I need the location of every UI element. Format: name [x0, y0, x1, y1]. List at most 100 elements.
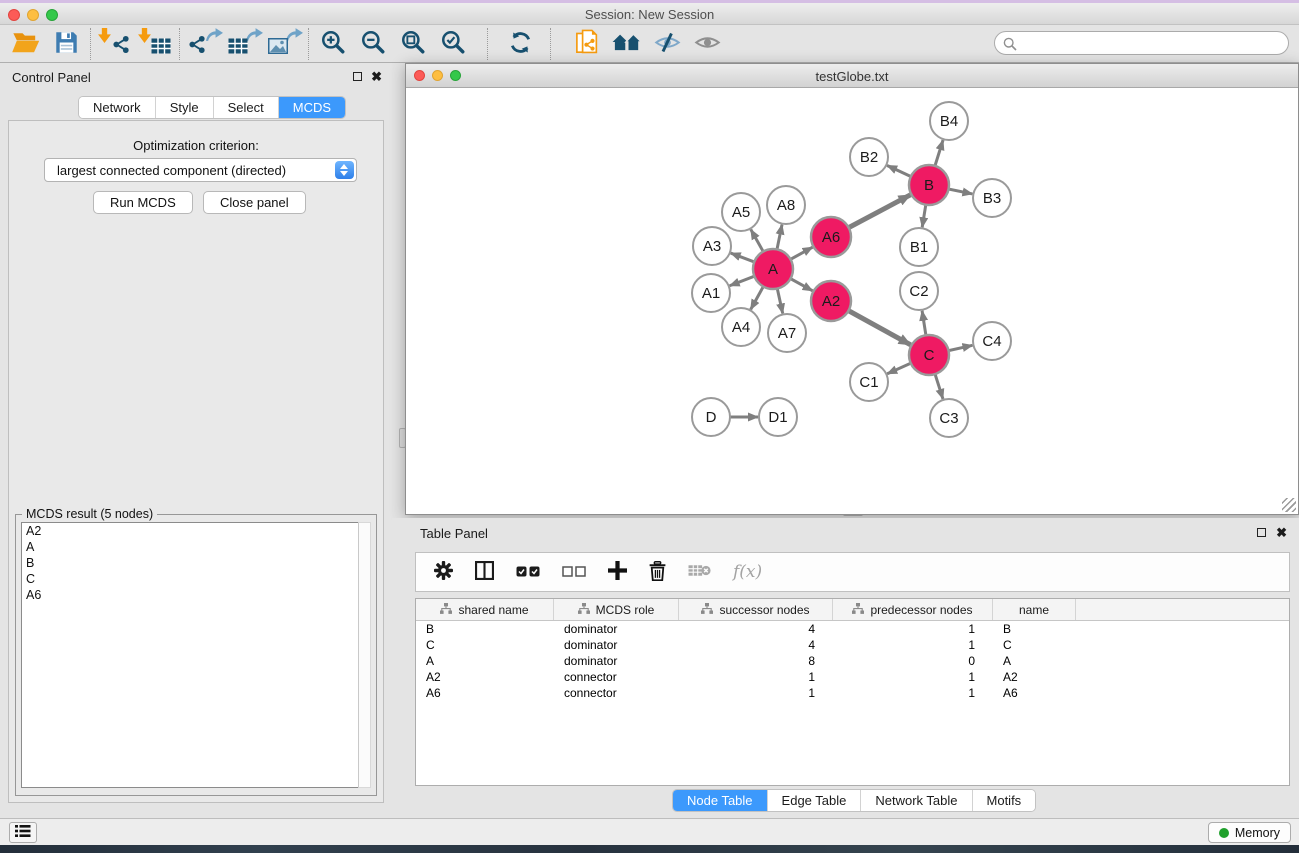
graph-node-C2[interactable]: C2: [900, 272, 938, 310]
graph-node-D[interactable]: D: [692, 398, 730, 436]
import-arrow-icon: [98, 28, 111, 46]
graph-node-C3[interactable]: C3: [930, 399, 968, 437]
optimization-criterion-select[interactable]: largest connected component (directed): [44, 158, 357, 182]
graph-node-B2[interactable]: B2: [850, 138, 888, 176]
column-header-successor-nodes[interactable]: successor nodes: [679, 599, 833, 620]
table-row[interactable]: Bdominator41B: [416, 621, 1289, 637]
fx-icon: f(x): [733, 562, 762, 582]
memory-label: Memory: [1235, 826, 1280, 840]
column-header-shared-name[interactable]: shared name: [416, 599, 554, 620]
status-bar: Memory: [0, 818, 1299, 845]
zoom-out-button[interactable]: [353, 28, 393, 60]
graph-node-A8[interactable]: A8: [767, 186, 805, 224]
import-table-button[interactable]: [135, 28, 175, 60]
run-mcds-button[interactable]: Run MCDS: [93, 191, 193, 214]
tab-network-table[interactable]: Network Table: [861, 790, 972, 811]
new-session-button[interactable]: [567, 28, 607, 60]
float-panel-icon[interactable]: [1257, 528, 1266, 537]
graph-node-A2[interactable]: A2: [811, 281, 851, 321]
network-icon: [112, 35, 131, 57]
home-button[interactable]: [607, 28, 647, 60]
unchecked-boxes-icon: [562, 565, 586, 580]
zoom-fit-button[interactable]: [393, 28, 433, 60]
graph-node-B[interactable]: B: [909, 165, 949, 205]
table-row[interactable]: Adominator80A: [416, 653, 1289, 669]
export-network-button[interactable]: [184, 28, 224, 60]
result-list-item[interactable]: B: [22, 555, 358, 571]
tab-edge-table[interactable]: Edge Table: [768, 790, 862, 811]
column-header-mcds-role[interactable]: MCDS role: [554, 599, 679, 620]
export-table-button[interactable]: [224, 28, 264, 60]
graph-node-C4[interactable]: C4: [973, 322, 1011, 360]
close-panel-button[interactable]: Close panel: [203, 191, 306, 214]
eye-slash-icon: [654, 32, 681, 56]
network-view-window: testGlobe.txt AA1A2A3A4A5A6A7A8BB1B2B3B4…: [405, 63, 1299, 515]
graph-node-B3[interactable]: B3: [973, 179, 1011, 217]
column-header-name[interactable]: name: [993, 599, 1076, 620]
result-list-item[interactable]: A6: [22, 587, 358, 603]
show-panel-button[interactable]: [687, 28, 727, 60]
memory-button[interactable]: Memory: [1208, 822, 1291, 843]
task-history-button[interactable]: [9, 822, 37, 843]
tab-node-table[interactable]: Node Table: [673, 790, 768, 811]
table-row[interactable]: A2connector11A2: [416, 669, 1289, 685]
save-session-button[interactable]: [46, 28, 86, 60]
table-row[interactable]: A6connector11A6: [416, 685, 1289, 701]
table-icon: [228, 38, 248, 57]
refresh-button[interactable]: [500, 28, 540, 60]
graph-node-label: C3: [939, 410, 958, 427]
tab-mcds[interactable]: MCDS: [279, 97, 345, 118]
graph-node-A6[interactable]: A6: [811, 217, 851, 257]
search-input[interactable]: [1021, 34, 1281, 52]
window-resize-grip[interactable]: [1282, 498, 1296, 512]
result-scrollbar[interactable]: [358, 522, 371, 788]
refresh-icon: [508, 30, 533, 58]
tab-style[interactable]: Style: [156, 97, 214, 118]
tab-select[interactable]: Select: [214, 97, 279, 118]
dropdown-stepper-icon: [335, 161, 354, 179]
result-list-item[interactable]: A2: [22, 523, 358, 539]
open-file-button[interactable]: [6, 28, 46, 60]
toolbar-separator: [90, 28, 91, 60]
zoom-in-button[interactable]: [313, 28, 353, 60]
delete-table-button[interactable]: [688, 563, 711, 581]
function-builder-button[interactable]: f(x): [733, 562, 762, 582]
export-image-button[interactable]: [264, 28, 304, 60]
zoom-selected-button[interactable]: [433, 28, 473, 60]
column-header-predecessor-nodes[interactable]: predecessor nodes: [833, 599, 993, 620]
close-panel-icon[interactable]: ✖: [1276, 527, 1287, 538]
select-all-button[interactable]: [516, 565, 540, 580]
tab-network[interactable]: Network: [79, 97, 156, 118]
table-settings-button[interactable]: [434, 561, 453, 583]
graph-node-label: A6: [822, 229, 840, 246]
graph-node-label: C: [924, 347, 935, 364]
graph-node-A4[interactable]: A4: [722, 308, 760, 346]
result-list-item[interactable]: A: [22, 539, 358, 555]
graph-node-B4[interactable]: B4: [930, 102, 968, 140]
add-column-button[interactable]: [608, 561, 627, 583]
graph-node-C[interactable]: C: [909, 335, 949, 375]
deselect-all-button[interactable]: [562, 565, 586, 580]
split-view-button[interactable]: [475, 561, 494, 583]
control-panel-title: Control Panel: [12, 70, 91, 85]
graph-node-C1[interactable]: C1: [850, 363, 888, 401]
graph-node-label: A8: [777, 197, 795, 214]
graph-node-B1[interactable]: B1: [900, 228, 938, 266]
import-network-button[interactable]: [95, 28, 135, 60]
graph-node-A7[interactable]: A7: [768, 314, 806, 352]
float-panel-icon[interactable]: [353, 72, 362, 81]
result-list-item[interactable]: C: [22, 571, 358, 587]
graph-node-A[interactable]: A: [753, 249, 793, 289]
graph-node-A1[interactable]: A1: [692, 274, 730, 312]
graph-node-A5[interactable]: A5: [722, 193, 760, 231]
tab-motifs[interactable]: Motifs: [973, 790, 1036, 811]
close-panel-icon[interactable]: ✖: [371, 71, 382, 82]
network-canvas[interactable]: A A1 A2 A3 A4 A5 A6 A7 A8 B B1 B2 B3 B4 C C1 C2 C3 C4 D D1: [406, 88, 1298, 514]
hide-panel-button[interactable]: [647, 28, 687, 60]
graph-node-D1[interactable]: D1: [759, 398, 797, 436]
graph-node-label: D: [706, 409, 717, 426]
graph-node-A3[interactable]: A3: [693, 227, 731, 265]
delete-column-button[interactable]: [649, 561, 666, 584]
table-row[interactable]: Cdominator41C: [416, 637, 1289, 653]
mcds-result-list[interactable]: A2ABCA6: [21, 522, 359, 788]
